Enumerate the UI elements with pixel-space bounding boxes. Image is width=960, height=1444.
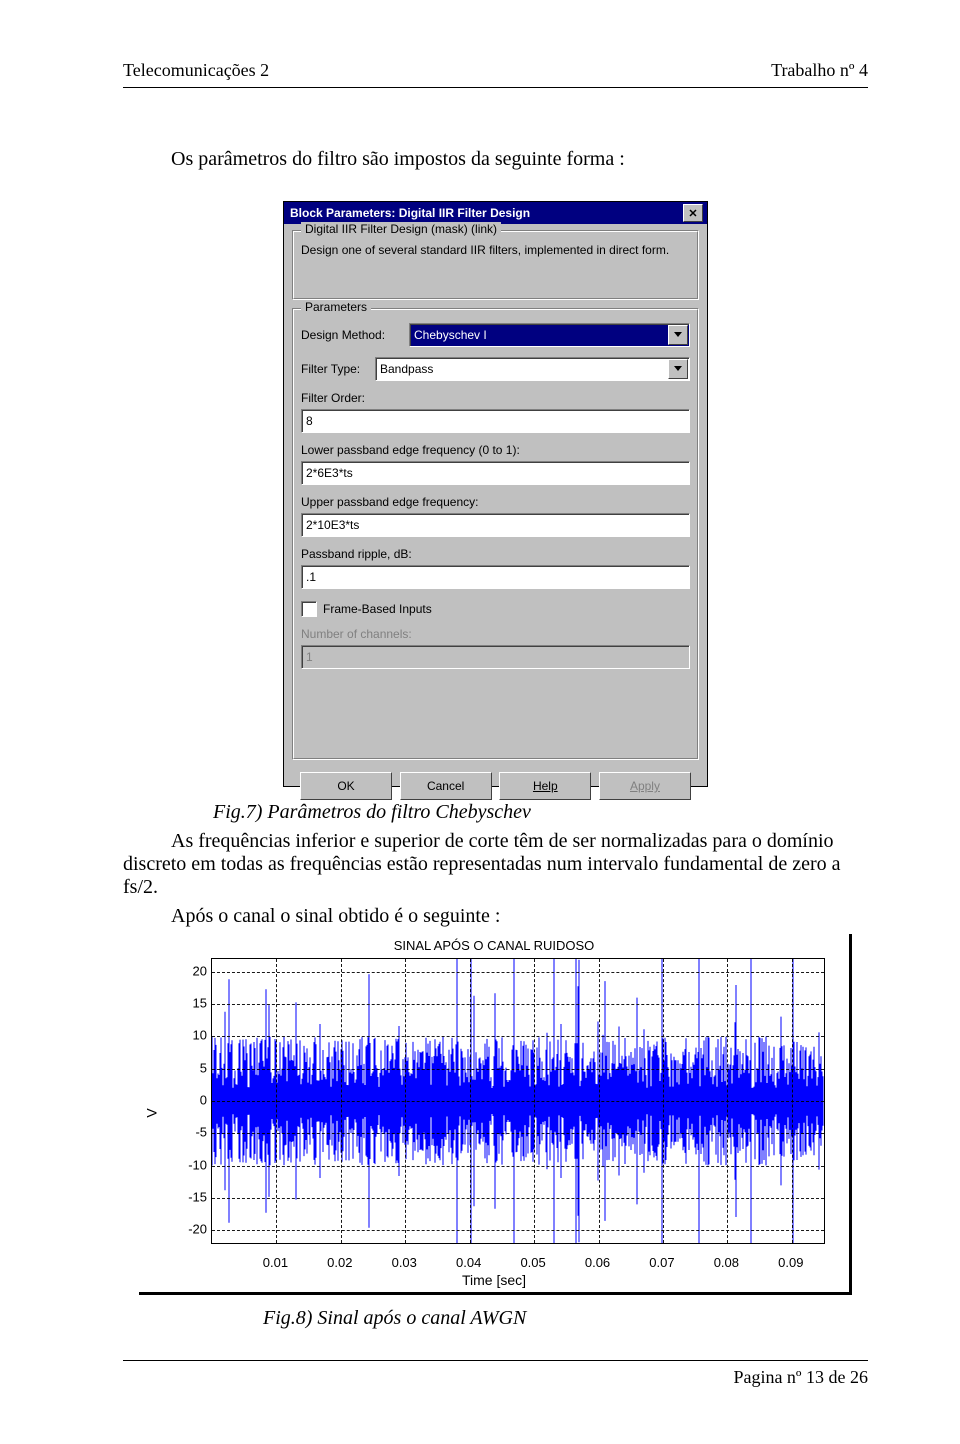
- design-method-label: Design Method:: [301, 328, 403, 342]
- ripple-input[interactable]: .1: [301, 565, 690, 589]
- apply-button: Apply: [599, 772, 691, 800]
- close-icon: ✕: [688, 207, 697, 220]
- mask-group-label: Digital IIR Filter Design (mask) (link): [301, 222, 501, 236]
- ytick-label: 0: [175, 1093, 207, 1108]
- filter-type-value: Bandpass: [380, 362, 433, 376]
- ripple-label: Passband ripple, dB:: [301, 547, 690, 561]
- header-right: Trabalho nº 4: [771, 60, 868, 81]
- filter-order-input[interactable]: 8: [301, 409, 690, 433]
- ok-label: OK: [337, 779, 354, 793]
- design-method-dropdown[interactable]: Chebyschev I: [409, 323, 690, 347]
- upper-edge-input[interactable]: 2*10E3*ts: [301, 513, 690, 537]
- xtick-label: 0.06: [585, 1255, 610, 1270]
- chevron-down-icon: [668, 325, 688, 345]
- xtick-label: 0.08: [714, 1255, 739, 1270]
- lower-edge-input[interactable]: 2*6E3*ts: [301, 461, 690, 485]
- ytick-label: -5: [175, 1125, 207, 1140]
- intro-paragraph: Os parâmetros do filtro são impostos da …: [123, 148, 868, 171]
- xtick-label: 0.07: [649, 1255, 674, 1270]
- ripple-value: .1: [306, 570, 316, 584]
- xtick-label: 0.01: [263, 1255, 288, 1270]
- header-rule: [123, 87, 868, 88]
- page-footer: Pagina nº 13 de 26: [123, 1367, 868, 1388]
- cancel-label: Cancel: [427, 779, 464, 793]
- lower-edge-value: 2*6E3*ts: [306, 466, 353, 480]
- apply-label: Apply: [630, 779, 660, 793]
- xtick-label: 0.02: [327, 1255, 352, 1270]
- chart-plot-area: [211, 958, 825, 1244]
- ytick-label: -15: [175, 1189, 207, 1204]
- lower-edge-label: Lower passband edge frequency (0 to 1):: [301, 443, 690, 457]
- ytick-label: 5: [175, 1060, 207, 1075]
- ok-button[interactable]: OK: [300, 772, 392, 800]
- frame-based-label: Frame-Based Inputs: [323, 602, 432, 616]
- xtick-label: 0.03: [392, 1255, 417, 1270]
- paragraph-1: As frequências inferior e superior de co…: [123, 830, 868, 899]
- filter-design-dialog: Block Parameters: Digital IIR Filter Des…: [283, 201, 708, 787]
- ytick-label: 10: [175, 1028, 207, 1043]
- channels-input: 1: [301, 645, 690, 669]
- frame-based-checkbox[interactable]: [301, 601, 317, 617]
- chart-title: SINAL APÓS O CANAL RUIDOSO: [139, 938, 849, 953]
- channels-label: Number of channels:: [301, 627, 690, 641]
- dialog-title: Block Parameters: Digital IIR Filter Des…: [290, 206, 530, 220]
- upper-edge-value: 2*10E3*ts: [306, 518, 359, 532]
- parameters-group-label: Parameters: [301, 300, 371, 314]
- xtick-label: 0.05: [520, 1255, 545, 1270]
- header-left: Telecomunicações 2: [123, 60, 269, 81]
- ytick-label: -10: [175, 1157, 207, 1172]
- filter-order-label: Filter Order:: [301, 391, 690, 405]
- footer-rule: [123, 1360, 868, 1361]
- chart-ylabel: V: [144, 1108, 160, 1117]
- paragraph-2: Após o canal o sinal obtido é o seguinte…: [123, 905, 868, 928]
- chevron-down-icon: [668, 359, 688, 379]
- help-button[interactable]: Help: [499, 772, 591, 800]
- filter-type-dropdown[interactable]: Bandpass: [375, 357, 690, 381]
- figure8-caption: Fig.8) Sinal após o canal AWGN: [263, 1307, 868, 1330]
- design-method-value: Chebyschev I: [414, 328, 487, 342]
- signal-chart: SINAL APÓS O CANAL RUIDOSO V Time [sec] …: [139, 934, 852, 1295]
- xtick-label: 0.09: [778, 1255, 803, 1270]
- upper-edge-label: Upper passband edge frequency:: [301, 495, 690, 509]
- chart-xlabel: Time [sec]: [139, 1272, 849, 1288]
- xtick-label: 0.04: [456, 1255, 481, 1270]
- ytick-label: -20: [175, 1222, 207, 1237]
- filter-order-value: 8: [306, 414, 313, 428]
- ytick-label: 15: [175, 996, 207, 1011]
- ytick-label: 20: [175, 963, 207, 978]
- cancel-button[interactable]: Cancel: [400, 772, 492, 800]
- channels-value: 1: [306, 650, 313, 664]
- dialog-description: Design one of several standard IIR filte…: [301, 243, 690, 257]
- dialog-titlebar: Block Parameters: Digital IIR Filter Des…: [284, 202, 707, 224]
- filter-type-label: Filter Type:: [301, 362, 369, 376]
- help-label: Help: [533, 779, 558, 793]
- close-button[interactable]: ✕: [683, 204, 703, 222]
